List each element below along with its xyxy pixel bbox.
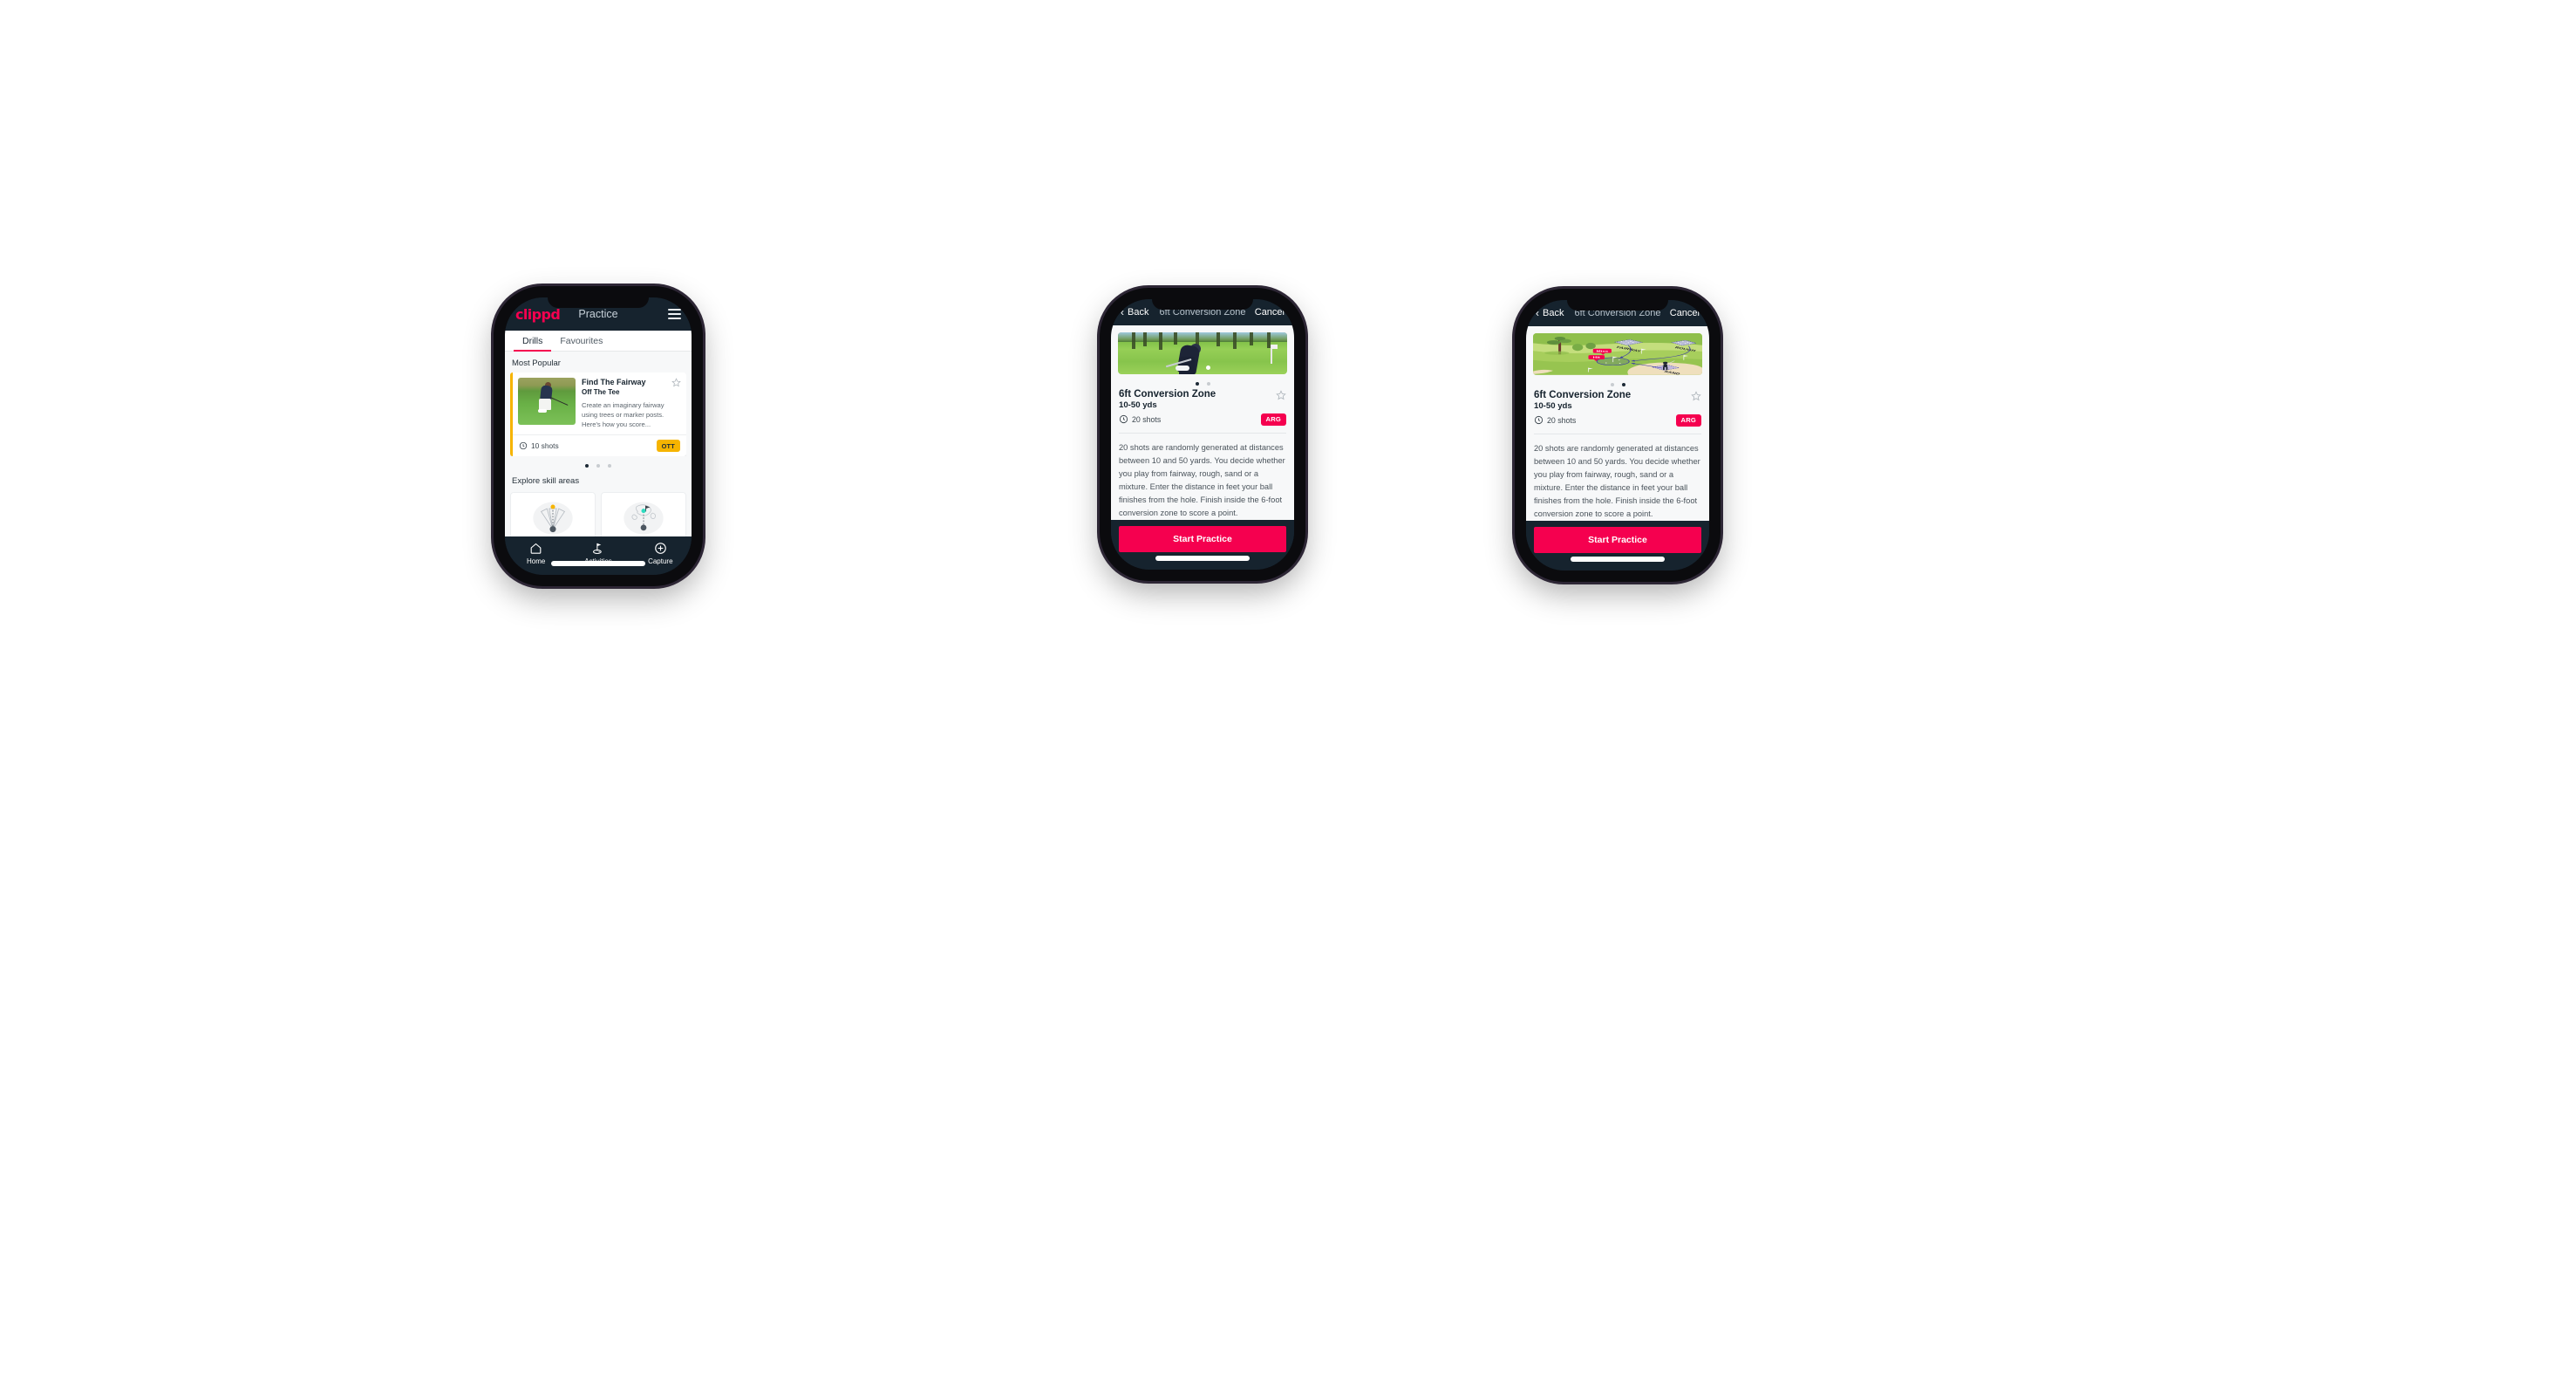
carousel-dot[interactable] — [585, 464, 589, 468]
drill-distance: 10-50 yds — [1119, 400, 1157, 410]
drill-description: Create an imaginary fairway using trees … — [582, 401, 664, 429]
drill-detail: 6ft Conversion Zone 10-50 yds 20 shots A… — [1526, 390, 1709, 521]
drill-shots: 20 shots — [1119, 414, 1161, 424]
skill-card-approach[interactable]: Approach Dial-in to hit the green — [601, 492, 686, 536]
back-button[interactable]: ‹ Back — [1536, 308, 1564, 318]
chevron-left-icon: ‹ — [1536, 307, 1539, 319]
drill-card[interactable]: Find The Fairway Off The Tee Create an i… — [510, 372, 686, 457]
phone-screen-detail-diagram: ‹ Back 6ft Conversion Zone Cancel FAIRWA… — [1526, 300, 1709, 571]
status-badge: OTT — [656, 440, 680, 453]
carousel-dot[interactable] — [1621, 382, 1625, 386]
most-popular-label: Most Popular — [512, 359, 561, 368]
drill-category: Off The Tee — [582, 388, 620, 397]
svg-text:Miss: Miss — [1597, 350, 1609, 353]
skill-card-off-the-tee[interactable]: Off The Tee Power and accuracy — [510, 492, 596, 536]
drill-shots-label: 10 shots — [531, 441, 559, 451]
star-outline-icon[interactable] — [1276, 389, 1286, 400]
star-outline-icon[interactable] — [1691, 390, 1701, 401]
phone-notch — [1152, 299, 1253, 310]
phone-mockup-detail-diagram: ‹ Back 6ft Conversion Zone Cancel FAIRWA… — [1515, 289, 1721, 582]
drill-shots-label: 20 shots — [1132, 414, 1162, 424]
drill-distance: 10-50 yds — [1534, 400, 1572, 411]
phone-mockup-practice: clippd Practice Drills Favourites Most P… — [494, 286, 703, 586]
hamburger-menu-icon[interactable] — [668, 309, 681, 319]
drill-description: 20 shots are randomly generated at dista… — [1534, 443, 1700, 518]
carousel-dots[interactable] — [510, 456, 686, 469]
drill-detail-head: 6ft Conversion Zone 10-50 yds — [1119, 389, 1286, 410]
cancel-button[interactable]: Cancel — [1255, 307, 1285, 318]
screenshot-canvas: clippd Practice Drills Favourites Most P… — [0, 0, 2576, 1387]
tab-strip: Drills Favourites — [505, 331, 692, 352]
approach-icon — [621, 500, 666, 536]
clock-icon — [519, 442, 528, 450]
drill-card-meta: Find The Fairway Off The Tee Create an i… — [582, 378, 681, 429]
phone-notch — [548, 297, 649, 308]
back-button[interactable]: ‹ Back — [1121, 307, 1148, 318]
tabbar-label: Capture — [648, 557, 673, 565]
divider — [1119, 432, 1286, 434]
drill-thumbnail — [518, 378, 576, 425]
drill-shots: 20 shots — [1534, 415, 1576, 425]
back-label: Back — [1128, 307, 1149, 318]
start-practice-button[interactable]: Start Practice — [1534, 527, 1701, 553]
carousel-dot[interactable] — [1206, 381, 1210, 386]
practice-content: Most Popular Find The Fairway Off The Te… — [505, 352, 692, 536]
tabbar-label: Home — [526, 557, 546, 565]
carousel-dot[interactable] — [596, 464, 600, 468]
phone-notch — [1567, 300, 1668, 311]
cta-container: Start Practice — [1526, 521, 1709, 571]
plus-circle-icon — [654, 542, 667, 555]
carousel-dot[interactable] — [1610, 382, 1614, 386]
phone-screen-practice: clippd Practice Drills Favourites Most P… — [505, 297, 692, 575]
clock-icon — [1534, 416, 1544, 425]
media-carousel-dots[interactable] — [1111, 374, 1294, 389]
bottom-tabbar: Home Activities — [505, 536, 692, 575]
svg-text:Hit: Hit — [1593, 356, 1601, 359]
phone-screen-detail-video: ‹ Back 6ft Conversion Zone Cancel 6ft Co… — [1111, 299, 1294, 570]
skill-areas-label: Explore skill areas — [512, 476, 580, 487]
drill-title: 6ft Conversion Zone — [1534, 389, 1632, 400]
golf-flag-icon — [591, 542, 604, 555]
clock-icon — [1119, 415, 1128, 424]
drill-title: Find The Fairway — [582, 378, 646, 386]
home-indicator — [551, 561, 645, 566]
home-icon — [529, 542, 542, 555]
drill-detail-head: 6ft Conversion Zone 10-50 yds — [1534, 390, 1701, 411]
drill-carousel[interactable]: Find The Fairway Off The Tee Create an i… — [510, 372, 686, 457]
home-indicator — [1571, 557, 1665, 562]
star-outline-icon[interactable] — [671, 378, 681, 387]
detail-sheet: FAIRWAY ROUGH SAND Miss Hit 6ft Conversi… — [1526, 326, 1709, 521]
drill-shots: 10 shots — [519, 441, 559, 450]
golf-practice-photo — [1118, 332, 1287, 374]
carousel-dot[interactable] — [608, 464, 611, 468]
start-practice-button[interactable]: Start Practice — [1119, 526, 1286, 552]
status-badge: ARG — [1260, 413, 1286, 426]
off-the-tee-icon — [530, 500, 576, 536]
tab-favourites[interactable]: Favourites — [551, 331, 611, 351]
chevron-left-icon: ‹ — [1121, 306, 1124, 318]
back-label: Back — [1543, 308, 1564, 318]
status-badge: ARG — [1675, 413, 1701, 427]
detail-sheet: 6ft Conversion Zone 10-50 yds 20 shots A… — [1111, 325, 1294, 520]
drill-meta-row: 20 shots ARG — [1534, 413, 1701, 427]
cta-container: Start Practice — [1111, 520, 1294, 570]
golf-course-diagram: FAIRWAY ROUGH SAND Miss Hit — [1533, 333, 1702, 375]
drill-title: 6ft Conversion Zone — [1119, 388, 1216, 400]
drill-meta-row: 20 shots ARG — [1119, 413, 1286, 426]
drill-card-top: Find The Fairway Off The Tee Create an i… — [513, 372, 686, 434]
home-indicator — [1155, 556, 1250, 561]
clippd-logo[interactable]: clippd — [515, 306, 561, 323]
drill-card-footer: 10 shots OTT — [513, 434, 686, 456]
drill-detail: 6ft Conversion Zone 10-50 yds 20 shots A… — [1111, 389, 1294, 520]
phone-mockup-detail-video: ‹ Back 6ft Conversion Zone Cancel 6ft Co… — [1100, 288, 1305, 581]
tab-drills[interactable]: Drills — [514, 331, 552, 352]
drill-shots-label: 20 shots — [1547, 415, 1577, 425]
carousel-dot[interactable] — [1195, 381, 1199, 386]
drill-media-illustration[interactable]: FAIRWAY ROUGH SAND Miss Hit — [1533, 333, 1702, 375]
drill-description: 20 shots are randomly generated at dista… — [1119, 442, 1285, 517]
cancel-button[interactable]: Cancel — [1670, 308, 1700, 318]
skill-areas-grid: Off The Tee Power and accuracy — [510, 492, 686, 536]
media-carousel-dots[interactable] — [1526, 375, 1709, 390]
drill-media-photo[interactable] — [1118, 332, 1287, 374]
